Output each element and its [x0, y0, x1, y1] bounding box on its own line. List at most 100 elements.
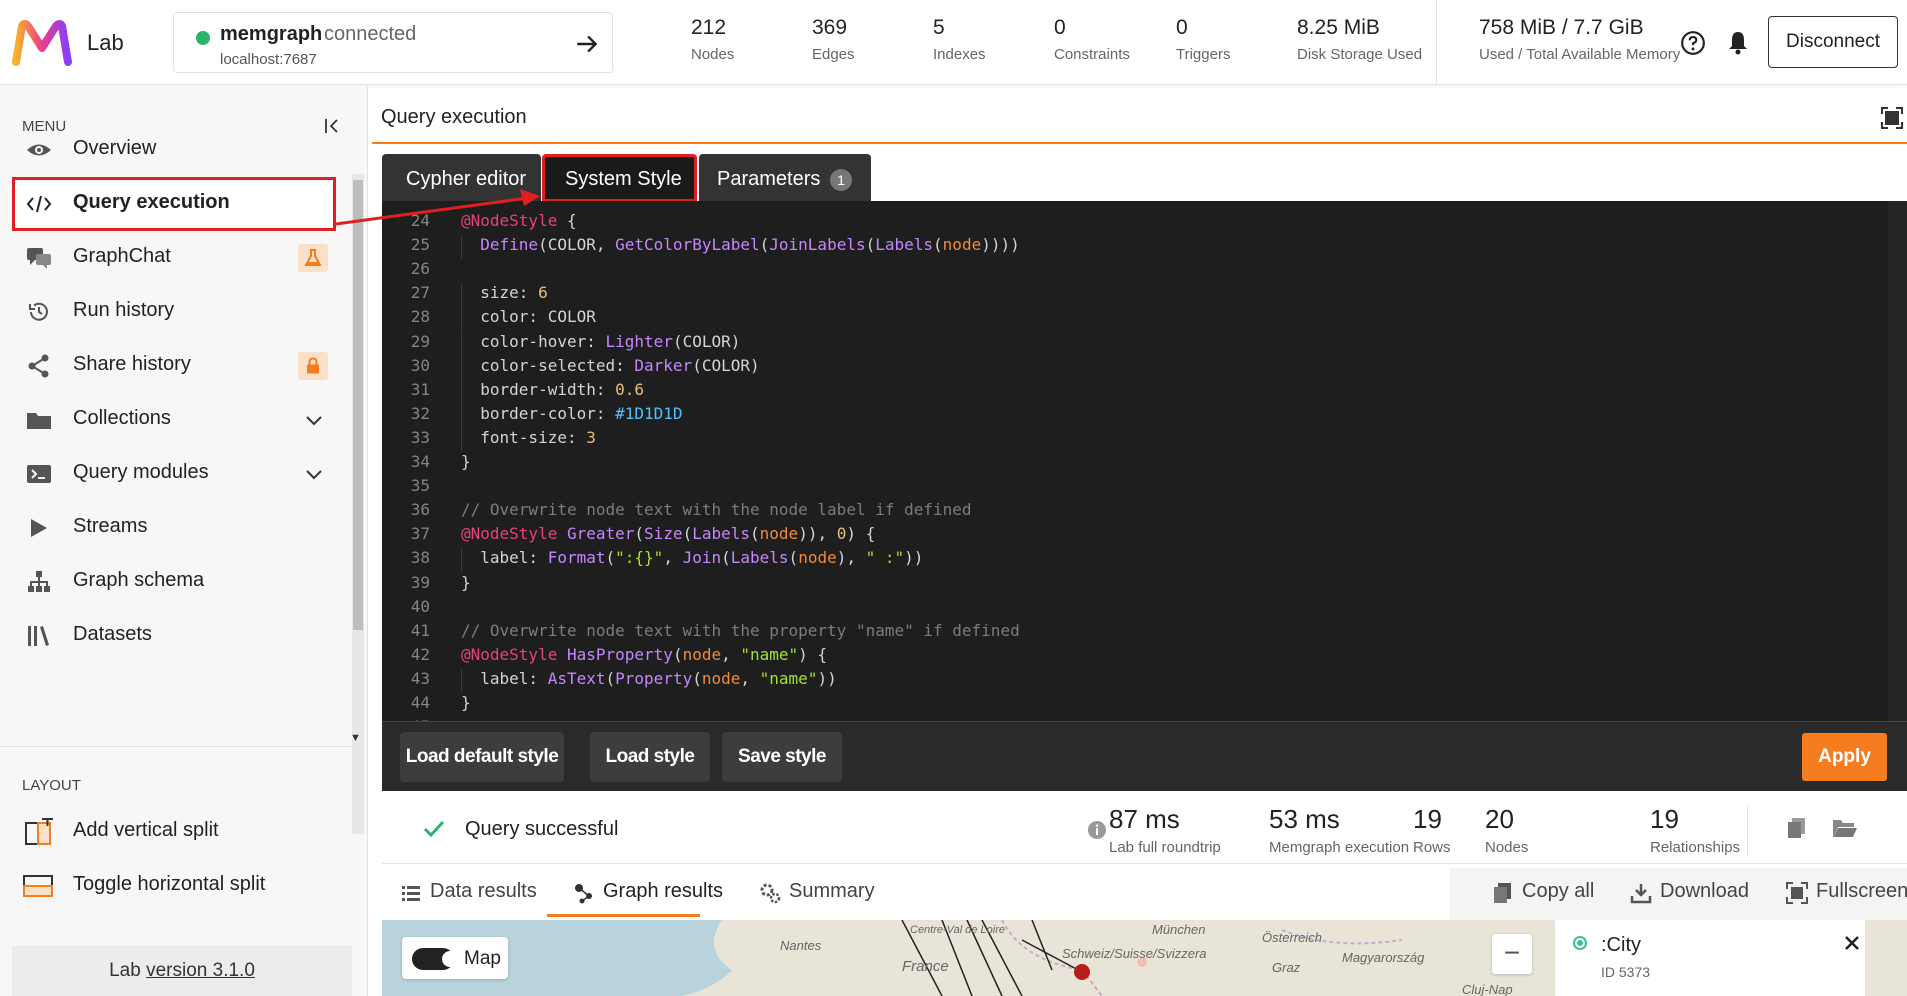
version-footer: Lab version 3.1.0	[12, 946, 352, 996]
code-line: 32 border-color: #1D1D1D	[382, 403, 1907, 428]
line-number: 31	[410, 379, 430, 399]
copy-icon[interactable]	[1786, 816, 1808, 840]
code-text: size: 6	[461, 283, 548, 303]
app-name: Lab	[87, 30, 124, 55]
toggle-horizontal-split-button[interactable]: Toggle horizontal split	[12, 859, 336, 913]
sidebar-scroll-thumb[interactable]	[353, 180, 363, 630]
line-number: 40	[410, 596, 430, 616]
chevron-down-icon[interactable]	[304, 465, 324, 483]
style-action-bar: Load default style Load style Save style…	[382, 721, 1907, 791]
code-line: 35	[382, 476, 1907, 500]
sidebar-item-graphchat[interactable]: GraphChat	[12, 231, 336, 285]
code-text: font-size: 3	[461, 427, 596, 447]
stat-relationships: 19 Relationships	[1650, 804, 1741, 856]
code-text: Define(COLOR, GetColorByLabel(JoinLabels…	[480, 235, 1020, 255]
code-line: 24 @NodeStyle {	[382, 211, 1907, 235]
load-style-button[interactable]: Load style	[590, 732, 710, 782]
connection-box[interactable]: memgraph connected localhost:7687	[173, 12, 613, 73]
fullscreen-icon	[1786, 882, 1808, 904]
map-city-label: Cluj-Nap	[1462, 982, 1513, 996]
line-number: 32	[410, 403, 430, 423]
flask-icon	[304, 249, 322, 266]
map-city-label: Schweiz/Suisse/Svizzera	[1062, 946, 1207, 961]
code-line: 39}	[382, 573, 1907, 597]
chevron-down-icon[interactable]	[304, 411, 324, 429]
tab-parameters[interactable]: Parameters 1	[699, 154, 871, 202]
toggle-switch[interactable]	[412, 948, 458, 970]
parameters-count-badge: 1	[830, 169, 852, 191]
lock-icon	[307, 357, 319, 374]
tab-system-style[interactable]: System Style	[542, 154, 697, 202]
tab-cypher-editor[interactable]: Cypher editor	[382, 154, 541, 202]
connection-name: memgraph	[220, 23, 323, 45]
connection-status: connected	[324, 23, 417, 45]
map-city-label: Graz	[1272, 960, 1301, 975]
code-line: 25 Define(COLOR, GetColorByLabel(JoinLab…	[382, 235, 1907, 260]
code-line: 27 size: 6	[382, 283, 1907, 308]
map-toggle[interactable]: Map	[402, 937, 508, 979]
load-default-style-button[interactable]: Load default style	[400, 732, 564, 782]
line-number: 38	[410, 548, 430, 568]
save-style-button[interactable]: Save style	[722, 732, 842, 782]
code-line: 31 border-width: 0.6	[382, 379, 1907, 404]
sidebar-item-share-history[interactable]: Share history	[12, 339, 336, 393]
layout-item-label: Add vertical split	[73, 819, 219, 841]
line-number: 27	[410, 283, 430, 303]
line-number: 28	[410, 307, 430, 327]
arrow-right-icon[interactable]	[574, 31, 600, 57]
indent-guide	[461, 283, 462, 308]
style-code-editor[interactable]: 24 @NodeStyle {25 Define(COLOR, GetColorB…	[382, 201, 1907, 721]
badge	[298, 352, 328, 380]
close-icon[interactable]	[1843, 934, 1861, 952]
code-line: 36 // Overwrite node text with the node l…	[382, 500, 1907, 524]
code-line: 30 color-selected: Darker(COLOR)	[382, 355, 1907, 380]
folder-icon	[27, 413, 51, 429]
history-icon	[29, 302, 48, 321]
code-line: 40	[382, 597, 1907, 621]
help-icon[interactable]	[1680, 30, 1706, 56]
code-line: 34}	[382, 452, 1907, 476]
editor-scrollbar[interactable]	[1888, 201, 1907, 721]
map-city-label: Nantes	[780, 938, 822, 953]
zoom-out-button[interactable]: −	[1492, 934, 1532, 974]
sidebar-item-graph-schema[interactable]: Graph schema	[12, 555, 336, 609]
add-vertical-split-button[interactable]: Add vertical split	[12, 805, 336, 859]
sidebar-item-collections[interactable]: Collections	[12, 393, 336, 447]
code-text: color-hover: Lighter(COLOR)	[461, 331, 741, 351]
result-actions: Copy all Download Fullscreen	[1450, 868, 1907, 920]
chat-icon	[27, 248, 51, 269]
sidebar-item-query-modules[interactable]: Query modules	[12, 447, 336, 501]
indent-guide	[461, 307, 462, 332]
share-icon	[28, 354, 49, 378]
line-number: 43	[410, 668, 430, 688]
scroll-down-icon[interactable]: ▼	[350, 732, 361, 744]
sidebar-item-streams[interactable]: Streams	[12, 501, 336, 555]
sidebar-item-query-execution[interactable]: Query execution	[12, 177, 336, 231]
divider	[1747, 806, 1748, 856]
line-number: 33	[410, 427, 430, 447]
list-icon	[402, 886, 420, 901]
sidebar-item-run-history[interactable]: Run history	[12, 285, 336, 339]
memgraph-logo-icon	[12, 20, 72, 66]
sidebar-item-label: Datasets	[73, 623, 152, 645]
line-number: 37	[410, 524, 430, 544]
sidebar-item-datasets[interactable]: Datasets	[12, 609, 336, 663]
line-number: 42	[410, 644, 430, 664]
apply-button[interactable]: Apply	[1802, 733, 1887, 781]
folder-open-icon[interactable]	[1832, 816, 1858, 840]
sidebar-item-overview[interactable]: Overview	[12, 123, 336, 177]
code-text: // Overwrite node text with the node lab…	[461, 500, 972, 520]
version-link[interactable]: version 3.1.0	[146, 960, 255, 981]
code-line: 28 color: COLOR	[382, 307, 1907, 332]
map-city-label: Centre-Val de Loire	[910, 924, 1005, 936]
code-text: }	[461, 452, 471, 471]
disconnect-button[interactable]: Disconnect	[1768, 16, 1898, 68]
code-text: label: AsText(Property(node, "name"))	[461, 668, 837, 688]
fullscreen-icon[interactable]	[1880, 106, 1904, 130]
info-icon[interactable]	[1087, 820, 1107, 840]
sidebar-item-label: Collections	[73, 407, 171, 429]
layout-heading: LAYOUT	[22, 777, 81, 794]
bell-icon[interactable]	[1726, 30, 1750, 56]
indent-guide	[461, 668, 462, 693]
code-line: 29 color-hover: Lighter(COLOR)	[382, 331, 1907, 356]
